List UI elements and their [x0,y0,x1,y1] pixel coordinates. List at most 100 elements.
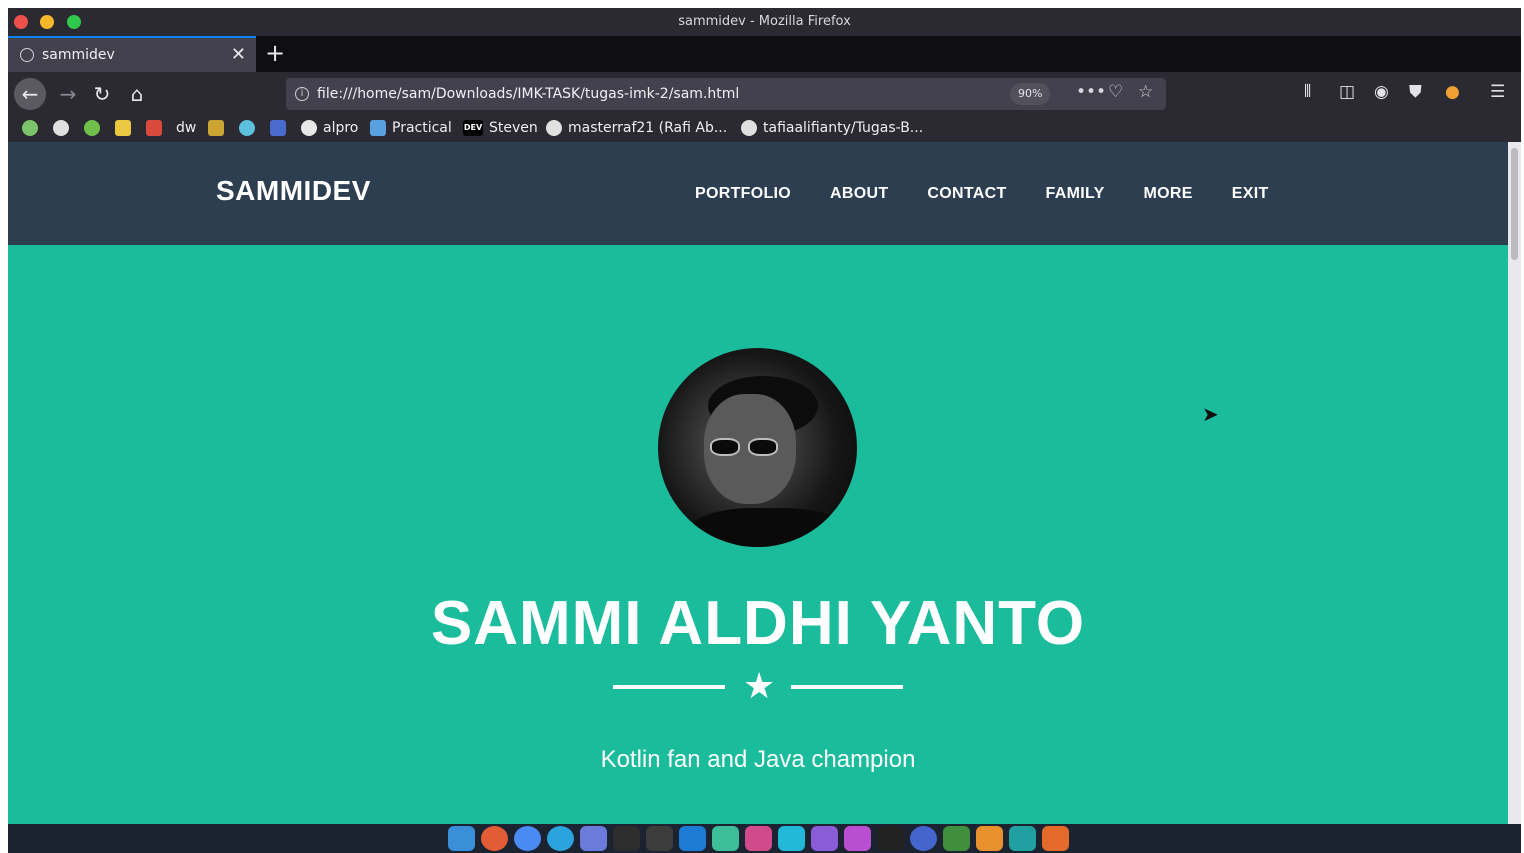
globe-icon [20,48,34,62]
forward-button[interactable]: → [54,80,82,108]
bookmark-github[interactable] [53,120,75,136]
extension-icon[interactable]: ● [1445,82,1460,102]
dw-label: dw [176,120,197,136]
leaf-icon [22,120,38,136]
telegram-icon[interactable] [547,826,574,851]
bookmark-tafiaalifianty[interactable]: tafiaalifianty/Tugas-B... [741,120,923,136]
bookmark-android[interactable] [84,120,106,136]
files-icon[interactable] [1009,826,1036,851]
minimize-window-button[interactable] [40,15,54,29]
phpstorm-icon[interactable] [844,826,871,851]
mongodb-icon[interactable] [943,826,970,851]
avatar-shirt [688,508,848,547]
hero-name: SAMMI ALDHI YANTO [430,589,1086,658]
bookmark-star-icon[interactable]: ☆ [1138,82,1153,102]
pocket-icon[interactable]: ♡ [1108,82,1123,102]
bookmark-label: alpro [323,120,359,136]
finder-icon[interactable] [448,826,475,851]
bookmark-question[interactable] [208,120,230,136]
browser-window: sammidev - Mozilla Firefox sammidev ✕ + … [8,8,1521,853]
menu-icon[interactable]: ☰ [1490,82,1505,102]
vscode-icon[interactable] [679,826,706,851]
bookmark-label: Practical [392,120,452,136]
menu-item-family[interactable]: FAMILY [1046,185,1105,203]
page-scrollbar[interactable] [1508,142,1521,824]
goland-icon[interactable] [712,826,739,851]
bookmarks-bar: dw alpro Practical DEV Steven masterraf21… [8,116,1521,142]
home-button[interactable]: ⌂ [123,80,151,108]
dock-icons [448,826,1069,851]
bookmark-label: tafiaalifianty/Tugas-B... [763,120,924,136]
tab-title: sammidev [42,47,115,63]
menu-item-exit[interactable]: EXIT [1232,185,1269,203]
bookmark-infinity[interactable] [270,120,292,136]
star-icon: ★ [743,665,776,706]
menu-item-more[interactable]: MORE [1144,185,1193,203]
zoom-level[interactable]: 90% [1010,83,1051,105]
sunglasses-icon [710,438,782,458]
close-window-button[interactable] [14,15,28,29]
dev-icon: DEV [463,120,483,136]
url-text[interactable]: file:///home/sam/Downloads/IMK-TASK/tuga… [317,86,739,102]
window-title: sammidev - Mozilla Firefox [678,14,851,29]
maximize-window-button[interactable] [67,15,81,29]
divider-line-right [791,685,903,689]
bookmark-alpro[interactable]: alpro [301,120,358,136]
library-icon[interactable]: ⫴ [1304,82,1311,102]
bookmark-leaf[interactable] [22,120,44,136]
discord-icon[interactable] [580,826,607,851]
bookmark-practical[interactable]: Practical [370,120,452,136]
new-tab-button[interactable]: + [265,39,285,67]
desktop-dock [8,824,1521,853]
intellij-icon[interactable] [745,826,772,851]
cube-icon [239,120,255,136]
postman-icon[interactable] [976,826,1003,851]
back-button[interactable]: ← [14,78,46,110]
mouse-cursor-icon: ➤ [1202,404,1219,426]
archive-icon[interactable] [1042,826,1069,851]
page-actions-icon[interactable]: ••• [1076,82,1106,102]
firefox-icon[interactable] [481,826,508,851]
shield-icon[interactable]: ⛊ [1409,82,1422,102]
menu-item-portfolio[interactable]: PORTFOLIO [695,185,791,203]
sublime-icon[interactable] [646,826,673,851]
bookmark-steven[interactable]: DEV Steven [463,120,538,136]
ide-icon[interactable] [877,826,904,851]
url-bar[interactable]: i file:///home/sam/Downloads/IMK-TASK/tu… [286,78,1166,110]
navigation-toolbar: ← → ↻ ⌂ i file:///home/sam/Downloads/IMK… [8,72,1521,116]
account-icon[interactable]: ◉ [1374,82,1389,102]
info-icon[interactable]: i [295,87,309,101]
bookmark-cube[interactable] [239,120,261,136]
site-brand[interactable]: SAMMIDEV [216,175,371,207]
datagrip-icon[interactable] [811,826,838,851]
profile-avatar [658,348,857,547]
site-navbar: SAMMIDEV PORTFOLIO ABOUT CONTACT FAMILY … [8,142,1508,245]
terminal-icon[interactable] [613,826,640,851]
github-icon [301,120,317,136]
github-icon [741,120,757,136]
bookmark-masterraf21[interactable]: masterraf21 (Rafi Ab... [546,120,727,136]
scrollbar-thumb[interactable] [1511,148,1518,260]
tab-bar: sammidev ✕ + [8,36,1521,72]
title-bar: sammidev - Mozilla Firefox [8,8,1521,36]
bookmark-dw[interactable]: dw [176,120,196,136]
question-icon [208,120,224,136]
bookmark-label: masterraf21 (Rafi Ab... [568,120,728,136]
tab-sammidev[interactable]: sammidev ✕ [8,36,256,72]
close-tab-icon[interactable]: ✕ [231,44,246,65]
bookmark-gmail[interactable] [146,120,168,136]
eclipse-icon[interactable] [910,826,937,851]
reload-button[interactable]: ↻ [88,80,116,108]
chrome-icon[interactable] [514,826,541,851]
bookmark-yellow[interactable] [115,120,137,136]
github-icon [546,120,562,136]
site-menu: PORTFOLIO ABOUT CONTACT FAMILY MORE EXIT [695,185,1269,203]
menu-item-contact[interactable]: CONTACT [927,185,1006,203]
feather-icon [370,120,386,136]
webstorm-icon[interactable] [778,826,805,851]
infinity-icon [270,120,286,136]
menu-item-about[interactable]: ABOUT [830,185,888,203]
bookmark-yellow-icon [115,120,131,136]
sidebar-icon[interactable]: ◫ [1339,82,1355,102]
hero-tagline: Kotlin fan and Java champion [600,746,916,773]
